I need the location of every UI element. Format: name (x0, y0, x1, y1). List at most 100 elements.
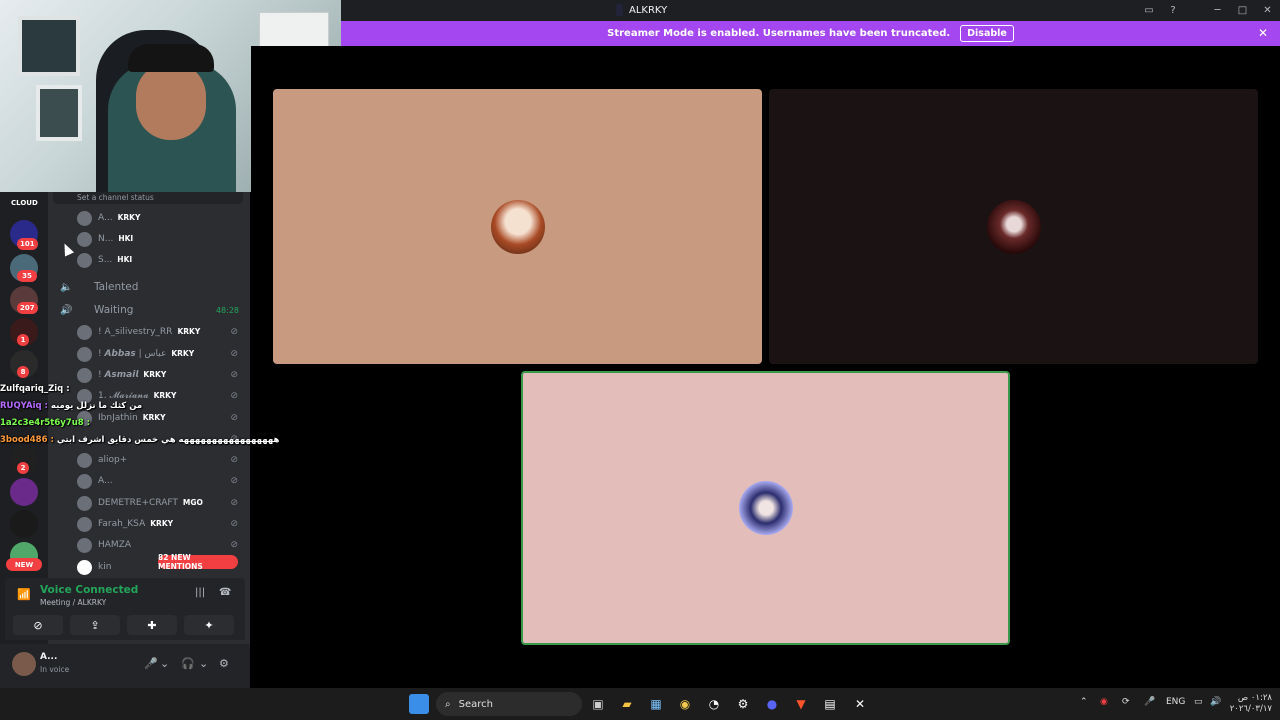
server-label: CLOUD (11, 199, 38, 207)
close-window-button[interactable]: ✕ (1255, 0, 1280, 21)
title-bar-actions: ▭ ? ─ □ ✕ (1137, 0, 1280, 21)
avatar (77, 559, 92, 575)
app-icon[interactable]: ✕ (850, 694, 870, 714)
unread-badge: 1 (17, 334, 29, 346)
windows-start-icon[interactable] (409, 694, 429, 714)
banner-text: Streamer Mode is enabled. Usernames have… (607, 28, 951, 39)
gear-icon[interactable]: ⚙ (219, 657, 229, 670)
participant-tile[interactable] (273, 89, 762, 364)
username: A... (40, 652, 58, 662)
store-icon[interactable]: ▦ (646, 694, 666, 714)
deafened-icon: ⊘ (230, 349, 238, 359)
voice-user[interactable]: ! 𝘼𝙗𝙗𝙖𝙨 | عباس KRKY ⊘ (48, 344, 250, 364)
language-indicator[interactable]: ENG (1166, 697, 1185, 707)
voice-channel-waiting[interactable]: 🔊 Waiting 48:28 (48, 300, 250, 320)
voice-channel-location[interactable]: Meeting / ALKRKY (40, 598, 106, 607)
camera-off-button[interactable]: ⊘ (13, 615, 63, 635)
voice-user[interactable]: ! A_silivestry_RR KRKY ⊘ (48, 322, 250, 342)
new-mentions-button[interactable]: 82 NEW MENTIONS (158, 553, 238, 571)
server-icon[interactable] (10, 510, 38, 538)
screen-share-button[interactable]: ⇪ (70, 615, 120, 635)
avatar (77, 346, 92, 362)
chat-overlay-line: 3bood486 : هههههههههههههههههه هي خمس دقا… (0, 435, 280, 445)
tray-chevron-icon[interactable]: ⌃ (1080, 697, 1088, 707)
speaker-icon: 🔊 (60, 304, 73, 316)
unread-badge: 2 (17, 462, 29, 474)
channel-timer: 48:28 (215, 305, 239, 315)
close-icon[interactable]: ✕ (1258, 26, 1268, 40)
avatar (77, 210, 92, 226)
window-title: ALKRKY (616, 4, 667, 16)
tray-app-icon[interactable]: ⟳ (1122, 697, 1130, 707)
tray-app-icon[interactable]: ◉ (1100, 697, 1108, 707)
avatar (77, 537, 92, 553)
streamer-face (136, 62, 206, 140)
unread-badge: 101 (17, 238, 38, 250)
voice-user[interactable]: aliop+ ⊘ (48, 450, 250, 470)
deafened-icon: ⊘ (230, 519, 238, 529)
voice-channel-talented[interactable]: 🔈 Talented (48, 277, 250, 297)
microphone-icon[interactable]: 🎤 (1144, 697, 1155, 707)
chevron-down-icon[interactable]: ⌄ (160, 657, 169, 670)
participant-tile-speaking[interactable] (521, 371, 1010, 645)
voice-user[interactable]: HAMZA ⊘ (48, 535, 250, 555)
voice-user[interactable]: Farah_KSA KRKY ⊘ (48, 514, 250, 534)
minimize-button[interactable]: ─ (1205, 0, 1230, 21)
app-icon[interactable]: ▤ (820, 694, 840, 714)
voice-user[interactable]: DEMETRE+CRAFT MGO ⊘ (48, 493, 250, 513)
headphones-icon[interactable]: 🎧 (181, 657, 195, 670)
unread-badge: 207 (17, 302, 38, 314)
noise-suppression-icon[interactable]: ||| (195, 587, 205, 598)
help-icon[interactable]: ? (1161, 0, 1185, 21)
unread-badge: 8 (17, 366, 29, 378)
activities-button[interactable]: ✚ (127, 615, 177, 635)
user-tag: KRKY (143, 370, 167, 379)
voice-connected-panel: 📶 Voice Connected Meeting / ALKRKY ||| ☎… (5, 578, 245, 640)
file-explorer-icon[interactable]: ▰ (617, 694, 637, 714)
deafened-icon: ⊘ (230, 391, 238, 401)
streamer-cap (128, 44, 214, 72)
avatar (77, 516, 92, 532)
volume-icon[interactable]: 🔊 (1210, 697, 1221, 707)
voice-user[interactable]: N... HKI (48, 229, 250, 249)
user-tag: KRKY (150, 519, 174, 528)
participant-tile[interactable] (769, 89, 1258, 364)
deafened-icon: ⊘ (230, 455, 238, 465)
deafened-icon: ⊘ (230, 498, 238, 508)
user-tag: HKI (117, 255, 133, 264)
chat-overlay-line: 1a2c3e4r5t6y7u8 : (0, 418, 91, 428)
chat-overlay-line: RUQYAiq : من كثك ما نزلل يوميه (0, 401, 143, 411)
steam-icon[interactable]: ⚙ (733, 694, 753, 714)
avatar (77, 367, 92, 383)
task-view-icon[interactable]: ▣ (588, 694, 608, 714)
network-icon[interactable]: ▭ (1194, 697, 1203, 707)
screen-share-icon[interactable]: ▭ (1137, 0, 1161, 21)
disconnect-icon[interactable]: ☎ (219, 587, 231, 598)
user-tag: MGO (182, 498, 203, 507)
taskbar-search[interactable]: ⌕ Search (436, 692, 582, 716)
voice-user[interactable]: A... ⊘ (48, 471, 250, 491)
soundboard-button[interactable]: ✦ (184, 615, 234, 635)
disable-streamer-mode-button[interactable]: Disable (960, 25, 1014, 42)
voice-connected-label[interactable]: Voice Connected (40, 584, 138, 596)
signal-icon[interactable]: 📶 (17, 588, 31, 601)
avatar[interactable] (12, 652, 36, 676)
voice-user[interactable]: ! 𝘼𝙨𝙢𝙖𝙞𝙡 KRKY ⊘ (48, 365, 250, 385)
chat-overlay-line: Zulfqariq_Ziq : (0, 384, 70, 394)
brave-icon[interactable]: ▼ (791, 694, 811, 714)
user-tag: KRKY (117, 213, 141, 222)
discord-icon[interactable]: ● (762, 694, 782, 714)
server-icon[interactable] (10, 478, 38, 506)
voice-user[interactable]: S... HKI (48, 250, 250, 270)
channel-status-input[interactable]: Set a channel status (53, 192, 243, 204)
clock[interactable]: ٠١:٢٨ ص ٢٠٢٦/٠٣/١٧ (1228, 693, 1272, 715)
app-icon[interactable]: ◔ (704, 694, 724, 714)
streamer-mode-banner: Streamer Mode is enabled. Usernames have… (341, 21, 1280, 46)
unread-badge: 35 (17, 270, 37, 282)
chevron-down-icon[interactable]: ⌄ (199, 657, 208, 670)
voice-user[interactable]: A... KRKY (48, 208, 250, 228)
user-tag: KRKY (177, 327, 201, 336)
chrome-icon[interactable]: ◉ (675, 694, 695, 714)
microphone-icon[interactable]: 🎤 (144, 657, 158, 670)
maximize-button[interactable]: □ (1230, 0, 1255, 21)
